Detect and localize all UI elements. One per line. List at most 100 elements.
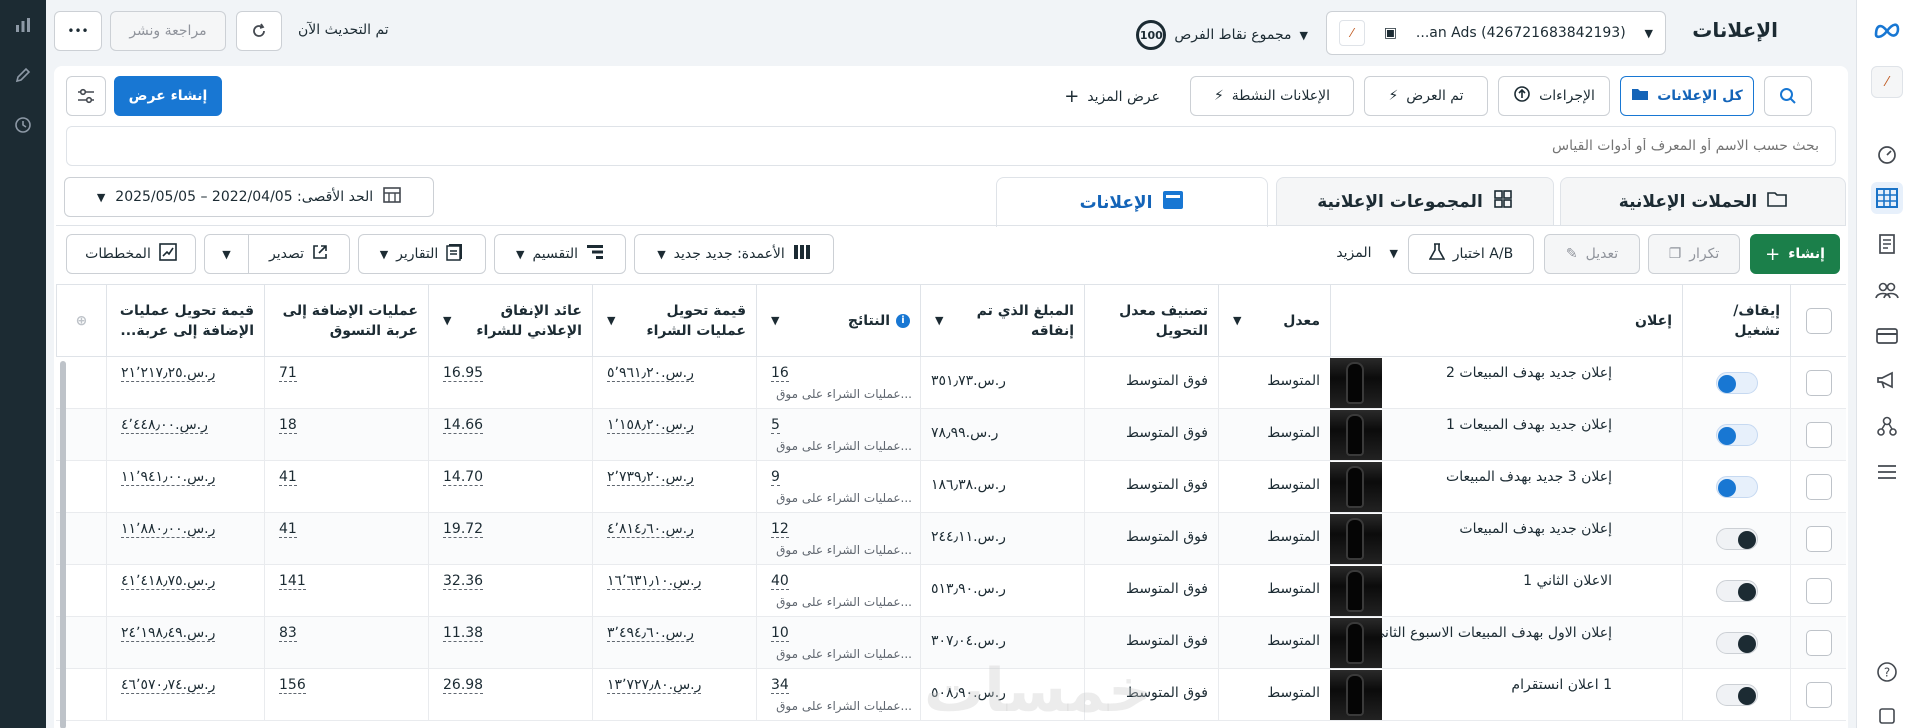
reports-dropdown[interactable]: ▼ التقارير (358, 234, 486, 274)
row-checkbox[interactable] (1806, 526, 1832, 552)
table-row[interactable]: إعلان 3 جديد بهدف المبيعات المتوسط فوق ا… (56, 461, 1846, 513)
tab-campaigns[interactable]: الحملات الإعلانية (1560, 177, 1846, 225)
add-to-cart-conversion-value[interactable]: ر.س.٤٬٤٤٨٫٠٠ (121, 417, 208, 434)
show-more-button[interactable]: + عرض المزيد (1064, 86, 1160, 107)
ad-status-toggle[interactable] (1716, 528, 1758, 550)
results-value[interactable]: 12 (771, 521, 789, 538)
table-row[interactable]: إعلان جديد بهدف المبيعات 1 المتوسط فوق ا… (56, 409, 1846, 461)
viewed-filter-button[interactable]: ⚡ تم العرض (1364, 76, 1488, 116)
add-to-cart-value[interactable]: 83 (279, 625, 297, 642)
results-value[interactable]: 5 (771, 417, 780, 434)
menu-lines-icon[interactable] (1871, 456, 1903, 488)
search-input[interactable] (67, 127, 1835, 165)
roas-value[interactable]: 32.36 (443, 573, 484, 590)
ad-thumbnail[interactable] (1330, 410, 1382, 460)
ad-name-link[interactable]: 1 اعلان انستقرام (1511, 677, 1612, 693)
ad-thumbnail[interactable] (1330, 618, 1382, 668)
table-row[interactable]: إعلان جديد بهدف المبيعات 2 المتوسط فوق ا… (56, 357, 1846, 409)
ab-test-button[interactable]: اختبار A/B (1408, 234, 1534, 274)
vertical-scrollbar[interactable] (60, 361, 66, 728)
row-checkbox[interactable] (1806, 474, 1832, 500)
add-to-cart-value[interactable]: 156 (279, 677, 306, 694)
row-checkbox[interactable] (1806, 578, 1832, 604)
results-value[interactable]: 16 (771, 365, 789, 382)
column-header-roas[interactable]: عائد الإنفاق الإعلاني للشراء ▼ (428, 285, 592, 357)
ad-status-toggle[interactable] (1716, 476, 1758, 498)
roas-value[interactable]: 16.95 (443, 365, 484, 382)
column-header-add-to-cart[interactable]: عمليات الإضافة إلى عربة التسوق (264, 285, 428, 357)
ad-thumbnail[interactable] (1330, 462, 1382, 512)
add-to-cart-conversion-value[interactable]: ر.س.١١٬٨٨٠٫٠٠ (121, 521, 216, 538)
purchase-value[interactable]: ر.س.١٣٬٧٢٧٫٨٠ (607, 677, 702, 694)
ad-thumbnail[interactable] (1330, 514, 1382, 564)
add-to-cart-value[interactable]: 41 (279, 521, 297, 538)
column-header-purchase-value[interactable]: قيمة تحويل عمليات الشراء ▼ (592, 285, 756, 357)
ad-status-toggle[interactable] (1716, 424, 1758, 446)
results-value[interactable]: 34 (771, 677, 789, 694)
breakdown-dropdown[interactable]: ▼ التقسيم (494, 234, 626, 274)
active-ads-filter-button[interactable]: ⚡ الإعلانات النشطة (1190, 76, 1354, 116)
purchase-value[interactable]: ر.س.٥٬٩٦١٫٢٠ (607, 365, 694, 382)
ad-thumbnail[interactable] (1330, 358, 1382, 408)
purchase-value[interactable]: ر.س.٢٬٧٣٩٫٢٠ (607, 469, 694, 486)
column-header-spent[interactable]: المبلغ الذي تم إنفاقه ▼ (920, 285, 1084, 357)
roas-value[interactable]: 19.72 (443, 521, 484, 538)
results-value[interactable]: 40 (771, 573, 789, 590)
row-checkbox[interactable] (1806, 630, 1832, 656)
column-header-results[interactable]: i النتائج ▼ (756, 285, 920, 357)
refresh-button[interactable] (236, 11, 282, 51)
account-avatar[interactable]: ⁄ (1871, 66, 1903, 98)
column-header-rate[interactable]: معدل ▼ (1218, 285, 1330, 357)
clock-icon[interactable] (12, 114, 34, 136)
megaphone-icon[interactable] (1871, 364, 1903, 396)
column-header-ad[interactable]: إعلان (1330, 285, 1682, 357)
add-to-cart-value[interactable]: 71 (279, 365, 297, 382)
all-ads-button[interactable]: كل الإعلانات (1620, 76, 1754, 116)
add-to-cart-conversion-value[interactable]: ر.س.٤٦٬٥٧٠٫٧٤ (121, 677, 216, 694)
info-icon[interactable]: i (896, 313, 910, 328)
table-grid-icon[interactable] (1871, 182, 1903, 214)
account-selector[interactable]: ⁄ ▣ ...an Ads (426721683842193) ▼ (1326, 11, 1666, 55)
columns-dropdown[interactable]: ▼ الأعمدة: جديد جديد (634, 234, 834, 274)
billing-card-icon[interactable] (1871, 320, 1903, 352)
charts-button[interactable]: المخططات (66, 234, 196, 274)
export-dropdown-toggle[interactable]: ▼ (205, 235, 249, 273)
select-all-checkbox[interactable] (1805, 307, 1832, 334)
roas-value[interactable]: 14.66 (443, 417, 484, 434)
notifications-icon[interactable] (1871, 700, 1903, 728)
audience-people-icon[interactable] (1871, 274, 1903, 306)
add-to-cart-conversion-value[interactable]: ر.س.٢١٬٢١٧٫٢٥ (121, 365, 216, 382)
ad-name-link[interactable]: إعلان جديد بهدف المبيعات (1459, 521, 1612, 537)
table-row[interactable]: إعلان جديد بهدف المبيعات المتوسط فوق الم… (56, 513, 1846, 565)
export-button[interactable]: تصدير (257, 244, 340, 264)
duplicate-button[interactable]: ❐ تكرار (1648, 234, 1740, 274)
ad-thumbnail[interactable] (1330, 670, 1382, 720)
create-view-button[interactable]: إنشاء عرض (114, 76, 222, 116)
bar-chart-icon[interactable] (12, 14, 34, 36)
row-checkbox[interactable] (1806, 370, 1832, 396)
help-icon[interactable]: ? (1871, 656, 1903, 688)
add-column-button[interactable]: ⊕ (56, 285, 106, 357)
ad-name-link[interactable]: إعلان الاول بهدف المبيعات الاسبوع الثاني (1373, 625, 1612, 641)
roas-value[interactable]: 11.38 (443, 625, 484, 642)
more-actions-dropdown[interactable]: المزيد ▼ (1336, 245, 1398, 261)
ad-name-link[interactable]: إعلان جديد بهدف المبيعات 2 (1446, 365, 1612, 381)
opportunity-score[interactable]: 100 مجموع نقاط الفرص ▼ (1136, 20, 1308, 50)
view-settings-button[interactable] (66, 76, 106, 116)
column-header-toggle[interactable]: إيقاف/ تشغيل (1682, 285, 1790, 357)
roas-value[interactable]: 14.70 (443, 469, 484, 486)
row-checkbox[interactable] (1806, 422, 1832, 448)
add-to-cart-conversion-value[interactable]: ر.س.٤١٬٤١٨٫٧٥ (121, 573, 216, 590)
purchase-value[interactable]: ر.س.٣٬٤٩٤٫٦٠ (607, 625, 694, 642)
ad-status-toggle[interactable] (1716, 580, 1758, 602)
date-range-picker[interactable]: ▼ الحد الأقصى: 2022/04/05 – 2025/05/05 (64, 177, 434, 217)
actions-button[interactable]: الإجراءات (1498, 76, 1610, 116)
ad-name-link[interactable]: الاعلان الثاني 1 (1523, 573, 1612, 589)
add-to-cart-value[interactable]: 141 (279, 573, 306, 590)
edit-button[interactable]: ✎ تعديل (1544, 234, 1640, 274)
ad-status-toggle[interactable] (1716, 632, 1758, 654)
add-to-cart-value[interactable]: 41 (279, 469, 297, 486)
purchase-value[interactable]: ر.س.١٬١٥٨٫٢٠ (607, 417, 694, 434)
add-to-cart-conversion-value[interactable]: ر.س.١١٬٩٤١٫٠٠ (121, 469, 216, 486)
table-row[interactable]: الاعلان الثاني 1 المتوسط فوق المتوسط ر.س… (56, 565, 1846, 617)
